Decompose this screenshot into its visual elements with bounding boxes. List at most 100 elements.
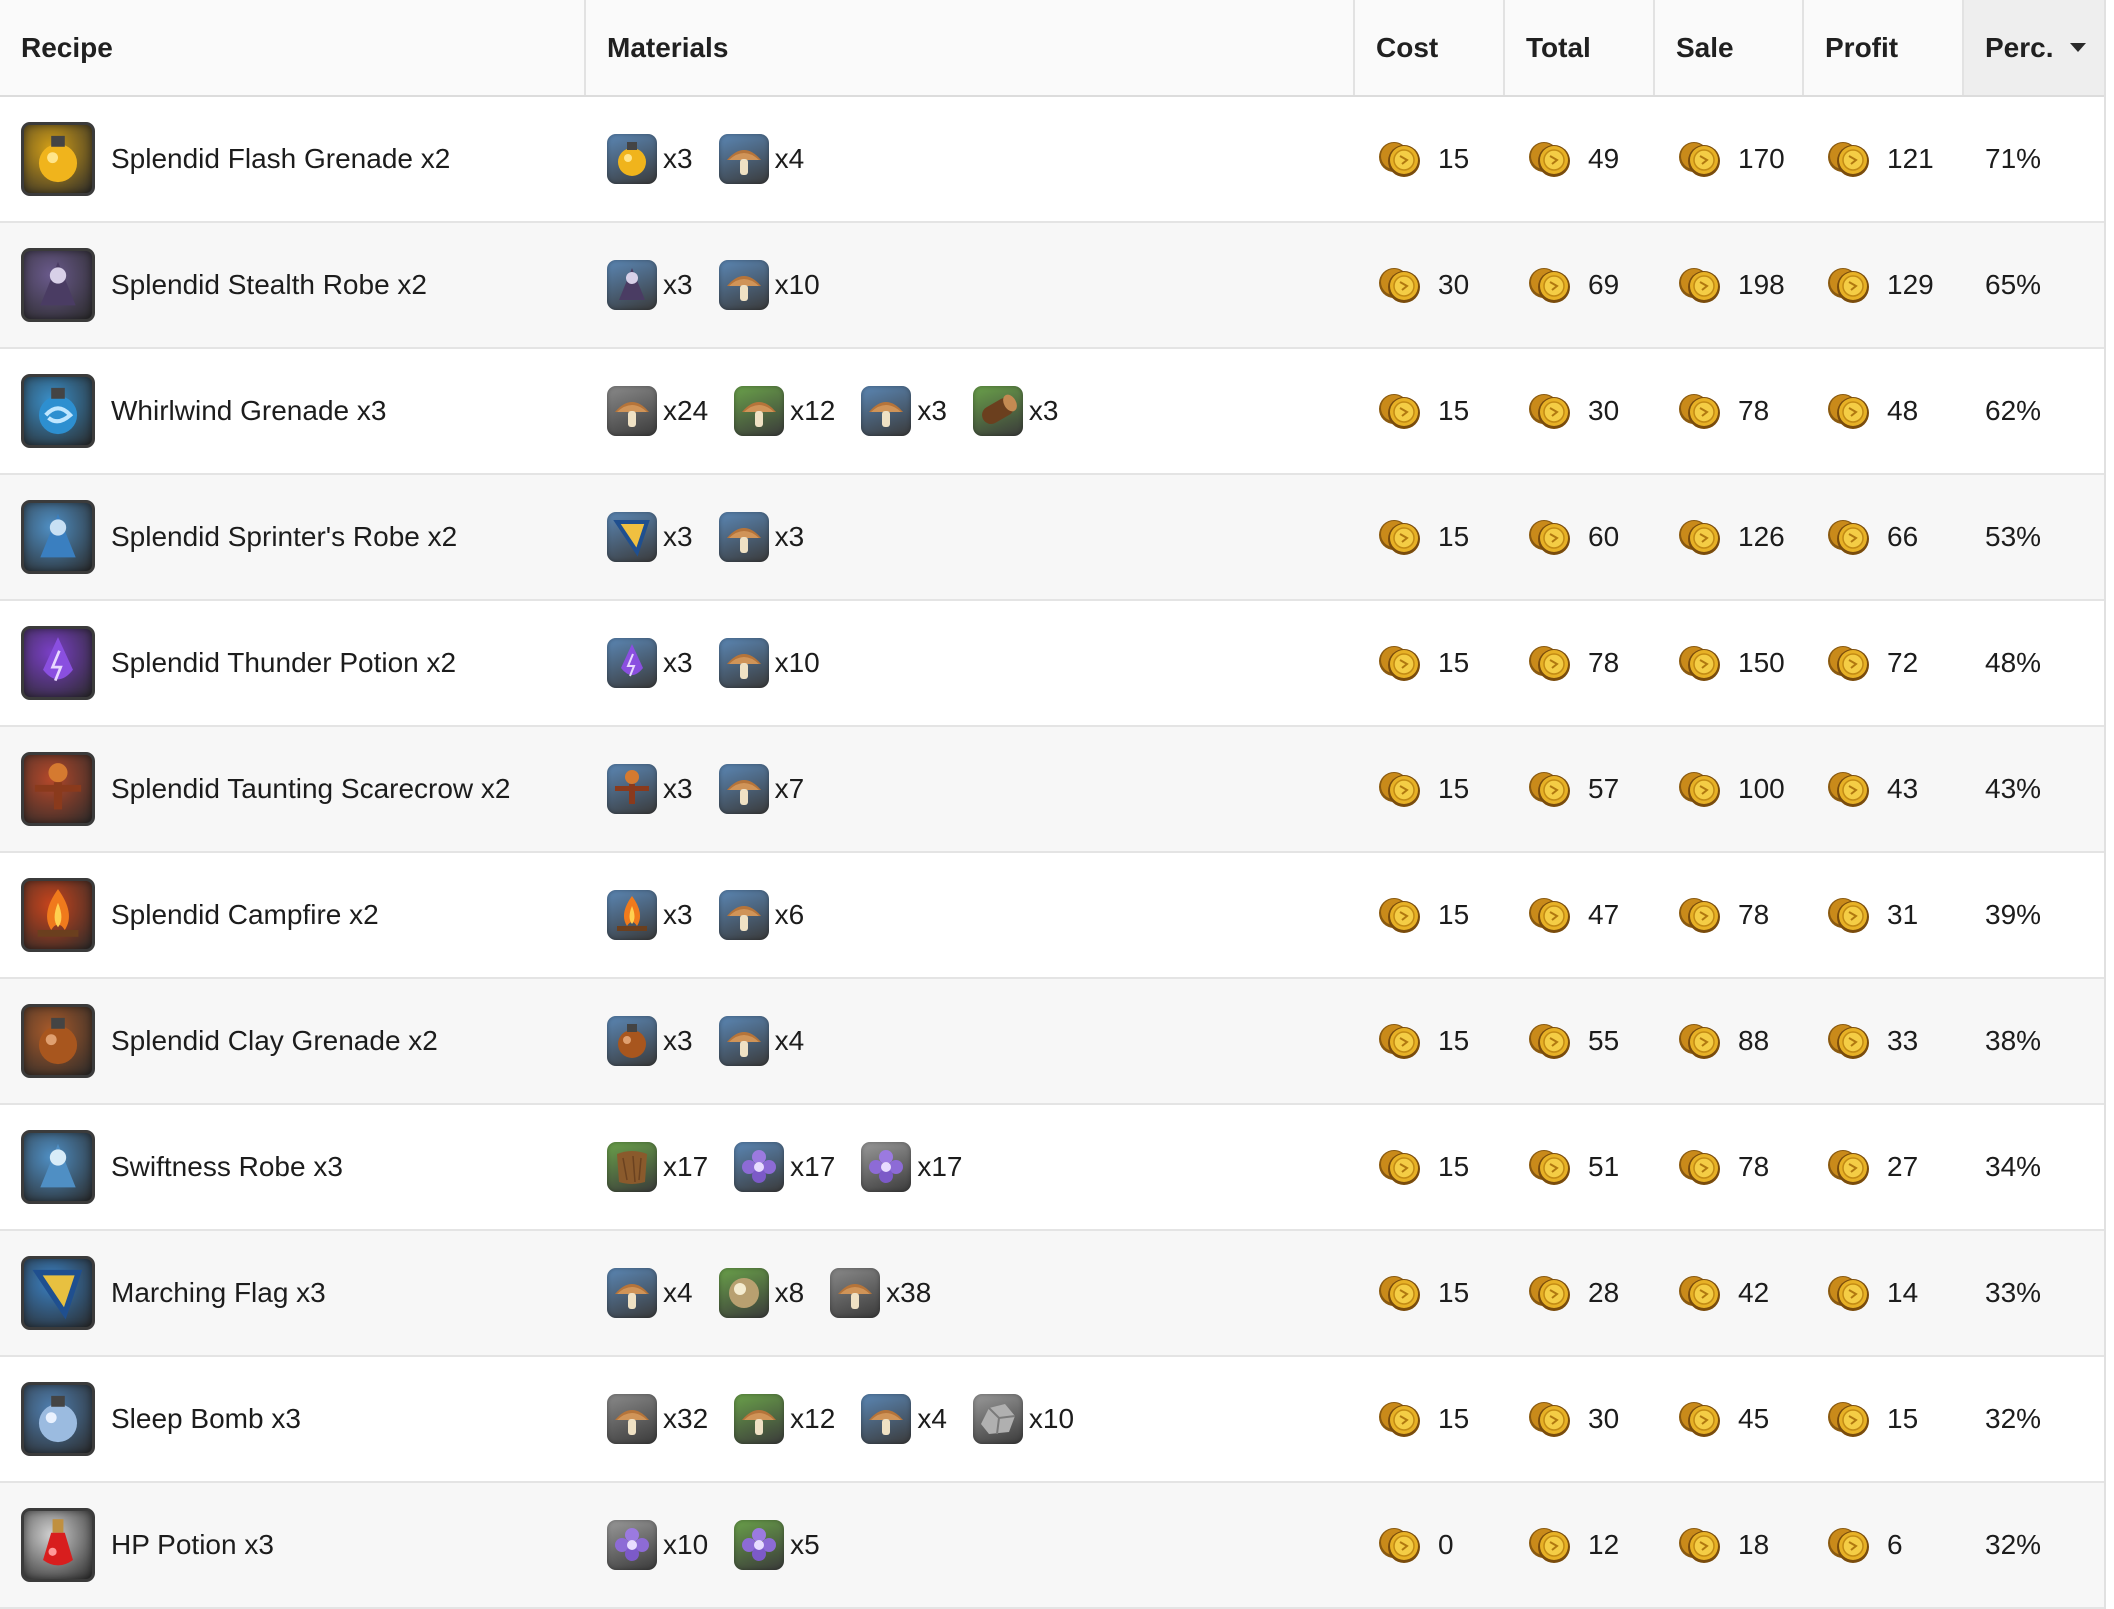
table-row[interactable]: HP Potion x3 x10 x5 0 12 18 6 32% — [0, 1483, 2104, 1609]
cost-cell: 15 — [1355, 515, 1505, 559]
material-item[interactable]: x3 — [607, 764, 693, 814]
table-row[interactable]: Splendid Sprinter's Robe x2 x3 x3 15 60 126 66… — [0, 475, 2104, 601]
marching-flag-icon — [21, 1256, 95, 1330]
material-item[interactable]: x4 — [718, 1016, 804, 1066]
gold-coin-icon — [1376, 767, 1426, 811]
material-item[interactable]: x8 — [718, 1268, 804, 1318]
recipe-name: Splendid Flash Grenade x2 — [111, 143, 451, 174]
material-item[interactable]: x3 — [607, 512, 693, 562]
total-cell: 60 — [1505, 515, 1655, 559]
table-row[interactable]: Splendid Stealth Robe x2 x3 x10 30 69 198 129 6… — [0, 223, 2104, 349]
column-header-materials[interactable]: Materials — [586, 0, 1355, 95]
material-item[interactable]: x3 — [861, 386, 947, 436]
material-item[interactable]: x4 — [861, 1394, 947, 1444]
table-row[interactable]: Splendid Flash Grenade x2 x3 x4 15 49 170 121 7… — [0, 97, 2104, 223]
column-header-total[interactable]: Total — [1505, 0, 1655, 95]
flash-grenade-icon — [21, 122, 95, 196]
material-item[interactable]: x5 — [734, 1520, 820, 1570]
material-item[interactable]: x3 — [607, 890, 693, 940]
total-value: 69 — [1588, 269, 1620, 300]
table-row[interactable]: Splendid Taunting Scarecrow x2 x3 x7 15 57 10… — [0, 727, 2104, 853]
perc-cell: 38% — [1964, 1025, 2104, 1057]
perc-cell: 62% — [1964, 395, 2104, 427]
materials-cell: x3 x10 — [586, 638, 1355, 688]
column-header-sale[interactable]: Sale — [1655, 0, 1804, 95]
perc-cell: 32% — [1964, 1529, 2104, 1561]
sale-cell: 78 — [1655, 1145, 1804, 1189]
total-value: 60 — [1588, 521, 1620, 552]
recipe-cell: Sleep Bomb x3 — [0, 1382, 586, 1456]
material-item[interactable]: x3 — [607, 260, 693, 310]
total-cell: 51 — [1505, 1145, 1655, 1189]
column-header-recipe[interactable]: Recipe — [0, 0, 586, 95]
recipe-name: Splendid Campfire x2 — [111, 899, 379, 930]
cost-value: 15 — [1438, 899, 1470, 930]
material-item[interactable]: x10 — [972, 1394, 1074, 1444]
gold-coin-icon — [1376, 1271, 1426, 1315]
material-item[interactable]: x24 — [607, 386, 708, 436]
material-item[interactable]: x32 — [607, 1394, 708, 1444]
total-cell: 47 — [1505, 893, 1655, 937]
material-item[interactable]: x12 — [734, 1394, 835, 1444]
recipe-cell: Marching Flag x3 — [0, 1256, 586, 1330]
perc-value: 48% — [1985, 647, 2042, 678]
material-item[interactable]: x4 — [607, 1268, 693, 1318]
material-item[interactable]: x7 — [718, 764, 804, 814]
profit-cell: 27 — [1804, 1145, 1964, 1189]
material-item[interactable]: x3 — [972, 386, 1058, 436]
profit-value: 27 — [1887, 1151, 1919, 1182]
material-item[interactable]: x38 — [830, 1268, 931, 1318]
scarecrow-icon — [607, 764, 657, 814]
total-value: 49 — [1588, 143, 1620, 174]
column-header-profit[interactable]: Profit — [1804, 0, 1964, 95]
profit-cell: 121 — [1804, 137, 1964, 181]
clay-grenade-icon — [21, 1004, 95, 1078]
profit-cell: 14 — [1804, 1271, 1964, 1315]
total-value: 78 — [1588, 647, 1620, 678]
material-item[interactable]: x17 — [607, 1142, 708, 1192]
material-item[interactable]: x10 — [718, 638, 820, 688]
material-item[interactable]: x12 — [734, 386, 835, 436]
table-row[interactable]: Splendid Campfire x2 x3 x6 15 47 78 31 39% — [0, 853, 2104, 979]
material-item[interactable]: x17 — [734, 1142, 835, 1192]
material-item[interactable]: x10 — [718, 260, 820, 310]
material-item[interactable]: x3 — [607, 134, 693, 184]
cost-cell: 15 — [1355, 641, 1505, 685]
cost-value: 15 — [1438, 1277, 1470, 1308]
sale-value: 18 — [1738, 1529, 1770, 1560]
sale-value: 42 — [1738, 1277, 1770, 1308]
table-row[interactable]: Marching Flag x3 x4 x8 x38 15 28 42 14 33% — [0, 1231, 2104, 1357]
material-item[interactable]: x3 — [607, 1016, 693, 1066]
mushroom-icon — [734, 1394, 785, 1444]
recipe-cell: Splendid Sprinter's Robe x2 — [0, 500, 586, 574]
material-item[interactable]: x17 — [861, 1142, 962, 1192]
orb-icon — [718, 1268, 769, 1318]
cost-cell: 15 — [1355, 389, 1505, 433]
table-row[interactable]: Splendid Thunder Potion x2 x3 x10 15 78 150 72… — [0, 601, 2104, 727]
recipe-cell: Splendid Taunting Scarecrow x2 — [0, 752, 586, 826]
materials-cell: x17 x17 x17 — [586, 1142, 1355, 1192]
perc-value: 32% — [1985, 1403, 2042, 1434]
material-quantity: x3 — [663, 647, 693, 678]
material-item[interactable]: x3 — [718, 512, 804, 562]
table-row[interactable]: Splendid Clay Grenade x2 x3 x4 15 55 88 33 38% — [0, 979, 2104, 1105]
sale-cell: 100 — [1655, 767, 1804, 811]
table-row[interactable]: Sleep Bomb x3 x32 x12 x4 x10 15 30 45 15 32% — [0, 1357, 2104, 1483]
table-row[interactable]: Swiftness Robe x3 x17 x17 x17 15 51 78 27 34% — [0, 1105, 2104, 1231]
material-item[interactable]: x3 — [607, 638, 693, 688]
material-quantity: x38 — [886, 1277, 932, 1308]
profit-cell: 31 — [1804, 893, 1964, 937]
gold-coin-icon — [1676, 137, 1726, 181]
material-item[interactable]: x10 — [607, 1520, 708, 1570]
flower-icon — [734, 1520, 785, 1570]
materials-cell: x3 x3 — [586, 512, 1355, 562]
mushroom-icon — [734, 386, 785, 436]
material-item[interactable]: x6 — [718, 890, 804, 940]
column-header-cost[interactable]: Cost — [1355, 0, 1505, 95]
gold-coin-icon — [1526, 1271, 1576, 1315]
column-header-perc[interactable]: Perc. — [1964, 0, 2104, 95]
material-item[interactable]: x4 — [718, 134, 804, 184]
mushroom-icon — [718, 638, 769, 688]
gold-coin-icon — [1825, 1145, 1875, 1189]
table-row[interactable]: Whirlwind Grenade x3 x24 x12 x3 x3 15 30 78 48 62… — [0, 349, 2104, 475]
